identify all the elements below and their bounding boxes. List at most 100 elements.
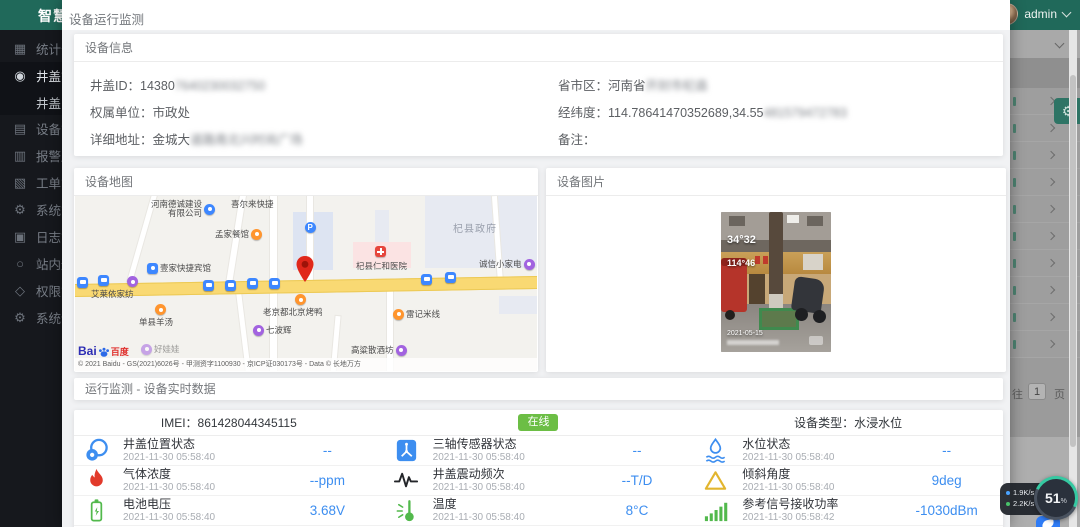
device-photo-title: 设备图片 [546,168,1006,196]
gps-lng-watermark: 114°46 [727,258,755,268]
transit-icon[interactable] [247,278,258,289]
metric-triaxial-sensor: 三轴传感器状态2021-11-30 05:58:40 -- [384,436,694,465]
blurred-text: 道路南北兴时尚广场 [190,133,303,147]
metrics-row-2: 气体浓度2021-11-30 05:58:40 --ppm 井盖震动频次2021… [74,466,1003,496]
vibration-waveform-icon [393,467,420,494]
map-poi[interactable]: 七波辉 [253,324,292,336]
map-poi[interactable]: 好娃娃 [141,343,180,355]
map-poi[interactable]: 诚信小家电 [479,258,535,270]
metric-manhole-position: 井盖位置状态2021-11-30 05:58:40 -- [74,436,384,465]
transit-icon[interactable] [203,280,214,291]
thermometer-icon [393,497,420,524]
baidu-paw-icon [98,346,110,358]
map-poi[interactable]: 杞县仁和医院 [356,260,407,272]
chevron-right-icon [1047,340,1055,348]
drawer-title: 设备运行监测 [69,9,144,28]
scooter [791,276,825,314]
parking-icon [305,222,316,233]
monitor-section-card: 运行监测 - 设备实时数据 [74,378,1003,400]
tilt-triangle-icon [702,467,729,494]
metric-water-level: 水位状态2021-11-30 05:58:40 -- [693,436,1003,465]
device-photo[interactable]: 34°32 114°46 2021-05-15 [721,212,831,352]
metrics-row-1: 井盖位置状态2021-11-30 05:58:40 -- 三轴传感器状态2021… [74,436,1003,466]
chevron-down-icon [1062,8,1072,18]
map-poi[interactable]: 喜尔来快捷 [231,198,274,210]
blurred-text: 开封市杞县 [646,79,709,93]
map-poi[interactable]: 老京都北京烤鸭 [263,306,323,318]
app-root: 智慧井盖管理平台 admin ▦统计分析 ◉井盖管理 井盖 ▤设备管理 ▥报警历… [0,0,1080,527]
hotel-poi-icon [147,263,158,274]
metric-battery-voltage: 电池电压2021-11-30 05:58:40 3.68V [74,496,384,525]
map-poi[interactable] [127,276,138,287]
settings-icon: ⚙ [13,310,27,326]
chevron-right-icon [1047,259,1055,267]
map-poi[interactable] [295,294,306,305]
blurred-text: 7640230032750 [175,79,265,93]
transit-icon[interactable] [421,274,432,285]
metric-value: -- [271,443,384,458]
metric-value: -- [581,443,694,458]
map-copyright: © 2021 Baidu - GS(2021)6026号 - 甲测资字11009… [75,358,537,371]
metric-value: -1030dBm [890,503,1003,518]
metric-signal-power: 参考信号接收功率2021-11-30 05:58:42 -1030dBm [693,496,1003,525]
red-tricycle [721,262,747,312]
chart-icon: ▥ [13,148,27,164]
battery-icon [83,497,110,524]
device-location-pin[interactable] [296,256,314,282]
map-poi[interactable] [375,246,386,257]
map-poi[interactable]: 高粱散酒坊 [351,344,407,356]
metrics-row-3: 电池电压2021-11-30 05:58:40 3.68V 温度2021-11-… [74,496,1003,526]
field-owner-unit: 权属单位：市政处 [90,103,303,130]
imei-field: IMEI：861428044345115 [74,414,384,431]
metric-value: 8°C [581,503,694,518]
transit-icon[interactable] [269,278,280,289]
field-region: 省市区：河南省开封市杞县 [558,76,847,103]
field-manhole-id: 井盖ID：143807640230032750 [90,76,303,103]
transit-icon[interactable] [225,280,236,291]
scrollbar-thumb[interactable] [1070,75,1076,447]
chevron-right-icon [1047,286,1055,294]
map-poi[interactable] [155,304,166,315]
monitor-section-title: 运行监测 - 设备实时数据 [74,378,1003,400]
transit-icon[interactable] [98,275,109,286]
hospital-cross-icon [375,246,386,257]
metric-value: --T/D [581,473,694,488]
map-poi[interactable]: 孟家餐馆 [215,228,262,240]
device-info-right-column: 省市区：河南省开封市杞县 经纬度：114.78641470352689,34.5… [558,76,847,157]
signal-bars-icon [702,497,729,524]
device-map-title: 设备地图 [74,168,538,196]
triaxial-sensor-icon [393,437,420,464]
chevron-right-icon [1047,205,1055,213]
map-poi[interactable]: 艾莱依家纺 [91,288,134,300]
online-status-badge: 在线 [518,414,558,431]
network-speed-widget[interactable]: 1.9K/s 2.2K/s 51% [1000,474,1080,527]
metric-value: 9deg [890,473,1003,488]
chevron-right-icon [1047,151,1055,159]
device-info-left-column: 井盖ID：143807640230032750 权属单位：市政处 详细地址：金城… [90,76,303,157]
device-summary-row: IMEI：861428044345115 在线 设备类型：水浸水位 [74,410,1003,436]
baidu-map[interactable]: 河南德诚建设 有限公司 喜尔来快捷 孟家餐馆 杞县政府 壹家快捷宾馆 杞县仁和医… [75,196,537,371]
photo-date-watermark: 2021-05-15 [727,330,763,337]
parking-poi[interactable] [305,222,316,233]
device-info-card: 设备信息 井盖ID：143807640230032750 权属单位：市政处 详细… [74,34,1003,156]
flame-icon [83,467,110,494]
map-poi[interactable]: 河南德诚建设 有限公司 [151,200,215,218]
realtime-metrics-card: IMEI：861428044345115 在线 设备类型：水浸水位 井盖位置状态… [74,410,1003,527]
metric-tilt-angle: 倾斜角度2021-11-30 05:58:40 9deg [693,466,1003,495]
lock-icon: ◇ [13,283,27,299]
shop-poi-icon [524,259,535,270]
transit-icon[interactable] [77,277,88,288]
transit-icon[interactable] [445,272,456,283]
map-poi[interactable]: 雷记米线 [393,308,440,320]
circle-icon: ◉ [13,68,27,84]
page-scrollbar[interactable] [1069,30,1077,527]
map-poi-government[interactable]: 杞县政府 [453,220,497,235]
chevron-right-icon [1047,313,1055,321]
document-icon: ▣ [13,229,27,245]
shop-poi-icon [253,325,264,336]
bell-icon: ○ [13,256,27,271]
map-poi[interactable]: 壹家快捷宾馆 [147,262,211,274]
map-poi[interactable]: 单县羊汤 [139,316,173,328]
memory-percent-dial[interactable]: 51% [1028,470,1080,526]
shop-poi-icon [141,344,152,355]
